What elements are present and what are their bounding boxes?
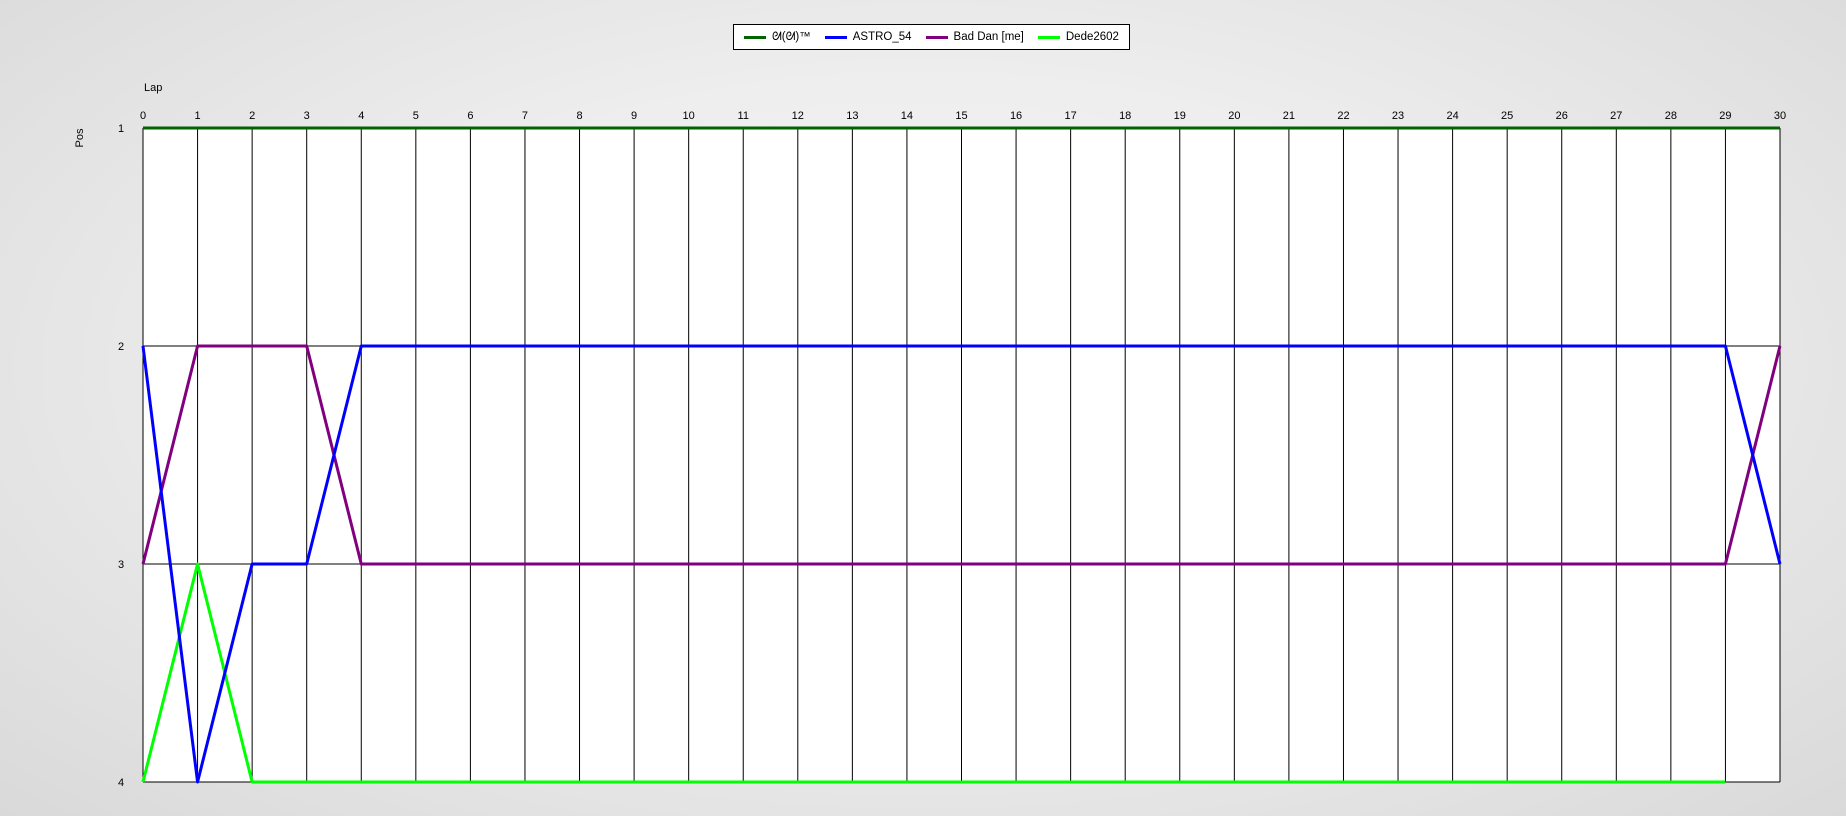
x-tick-label: 10 — [683, 110, 695, 122]
x-tick-label: 12 — [792, 110, 804, 122]
x-tick-label: 30 — [1774, 110, 1786, 122]
x-tick-label: 15 — [955, 110, 967, 122]
y-tick-label: 4 — [118, 777, 124, 789]
y-axis-label: Pos — [74, 128, 86, 147]
x-tick-label: 21 — [1283, 110, 1295, 122]
x-tick-label: 23 — [1392, 110, 1404, 122]
x-tick-label: 14 — [901, 110, 913, 122]
x-tick-label: 26 — [1556, 110, 1568, 122]
x-tick-label: 22 — [1337, 110, 1349, 122]
x-tick-label: 11 — [738, 110, 749, 122]
x-tick-label: 25 — [1501, 110, 1513, 122]
x-tick-label: 20 — [1228, 110, 1240, 122]
x-tick-label: 16 — [1010, 110, 1022, 122]
x-tick-label: 7 — [522, 110, 528, 122]
x-tick-label: 8 — [576, 110, 582, 122]
y-tick-label: 2 — [118, 341, 124, 353]
x-tick-label: 6 — [467, 110, 473, 122]
x-tick-label: 19 — [1174, 110, 1186, 122]
x-tick-label: 9 — [631, 110, 637, 122]
x-tick-label: 4 — [358, 110, 364, 122]
x-tick-label: 13 — [846, 110, 858, 122]
x-tick-label: 0 — [140, 110, 146, 122]
x-tick-label: 5 — [413, 110, 419, 122]
x-tick-label: 3 — [304, 110, 310, 122]
x-tick-label: 18 — [1119, 110, 1131, 122]
x-tick-label: 28 — [1665, 110, 1677, 122]
x-axis-label: Lap — [144, 82, 162, 94]
x-tick-label: 27 — [1610, 110, 1622, 122]
x-tick-label: 29 — [1719, 110, 1731, 122]
x-tick-label: 2 — [249, 110, 255, 122]
y-tick-label: 3 — [118, 559, 124, 571]
y-tick-label: 1 — [118, 123, 124, 135]
x-tick-label: 1 — [195, 110, 201, 122]
x-tick-label: 17 — [1065, 110, 1077, 122]
x-tick-label: 24 — [1446, 110, 1458, 122]
position-chart: Lap Pos 0 1 2 3 4 5 6 7 8 9 10 11 12 13 14 15 16 17 18 19 20… — [74, 82, 1786, 789]
